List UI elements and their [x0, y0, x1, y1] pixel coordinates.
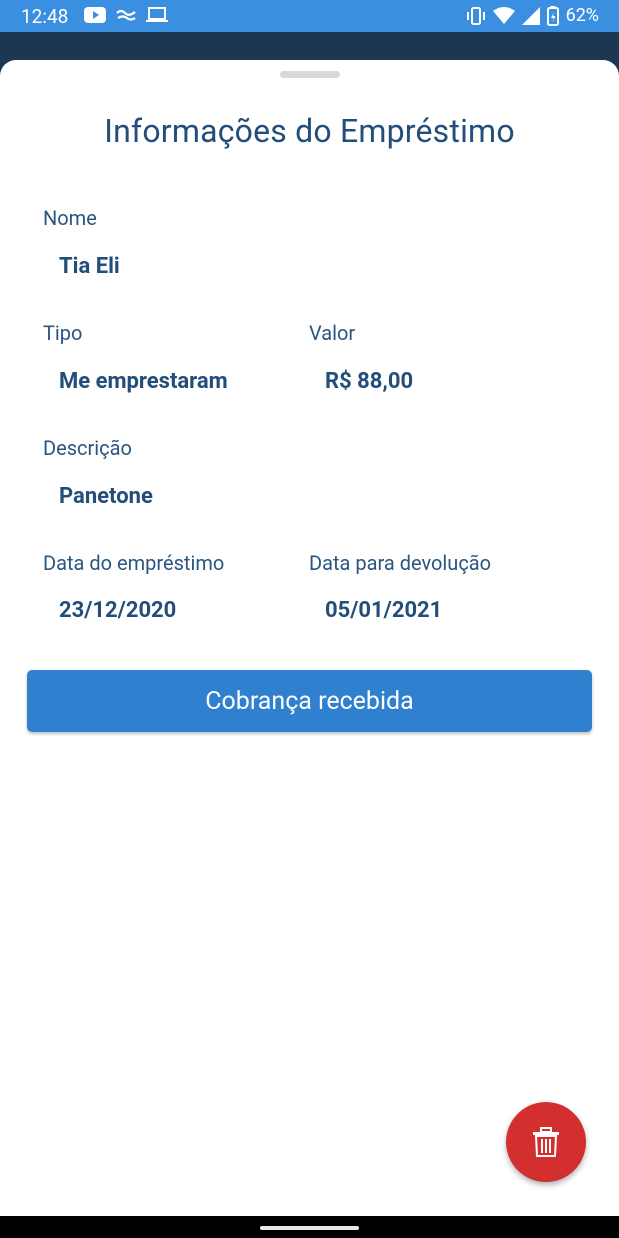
nome-label: Nome — [43, 206, 97, 230]
battery-icon — [546, 5, 559, 26]
wifi-icon — [492, 6, 515, 24]
laptop-icon — [146, 7, 168, 22]
descricao-label: Descrição — [43, 436, 132, 460]
status-time: 12:48 — [21, 5, 69, 28]
status-left-icons — [84, 7, 168, 23]
home-gesture-pill[interactable] — [260, 1226, 359, 1230]
data-emprestimo-label: Data do empréstimo — [43, 551, 225, 575]
trash-icon — [533, 1127, 559, 1157]
tipo-label: Tipo — [43, 321, 83, 345]
data-emprestimo-value: 23/12/2020 — [59, 598, 177, 623]
bottom-sheet: Informações do Empréstimo Nome Tia Eli T… — [0, 60, 619, 1216]
app-background — [0, 32, 619, 62]
valor-value: R$ 88,00 — [325, 369, 414, 394]
valor-label: Valor — [309, 321, 356, 345]
tipo-value: Me emprestaram — [59, 369, 228, 394]
youtube-icon — [84, 7, 106, 23]
battery-percent: 62% — [565, 5, 599, 26]
cobranca-recebida-button[interactable]: Cobrança recebida — [27, 670, 592, 732]
signal-icon — [521, 6, 540, 25]
sheet-title: Informações do Empréstimo — [104, 112, 515, 150]
status-right: 62% — [466, 5, 599, 26]
drag-handle[interactable] — [280, 71, 340, 78]
status-bar: 12:48 62% — [0, 0, 619, 32]
vibrate-icon — [466, 6, 485, 25]
descricao-value: Panetone — [59, 484, 153, 509]
system-nav-bar — [0, 1216, 619, 1238]
data-devolucao-label: Data para devolução — [309, 551, 492, 575]
nome-value: Tia Eli — [59, 254, 120, 279]
notification-icon — [116, 9, 136, 21]
delete-fab[interactable] — [506, 1102, 586, 1182]
data-devolucao-value: 05/01/2021 — [325, 598, 443, 623]
